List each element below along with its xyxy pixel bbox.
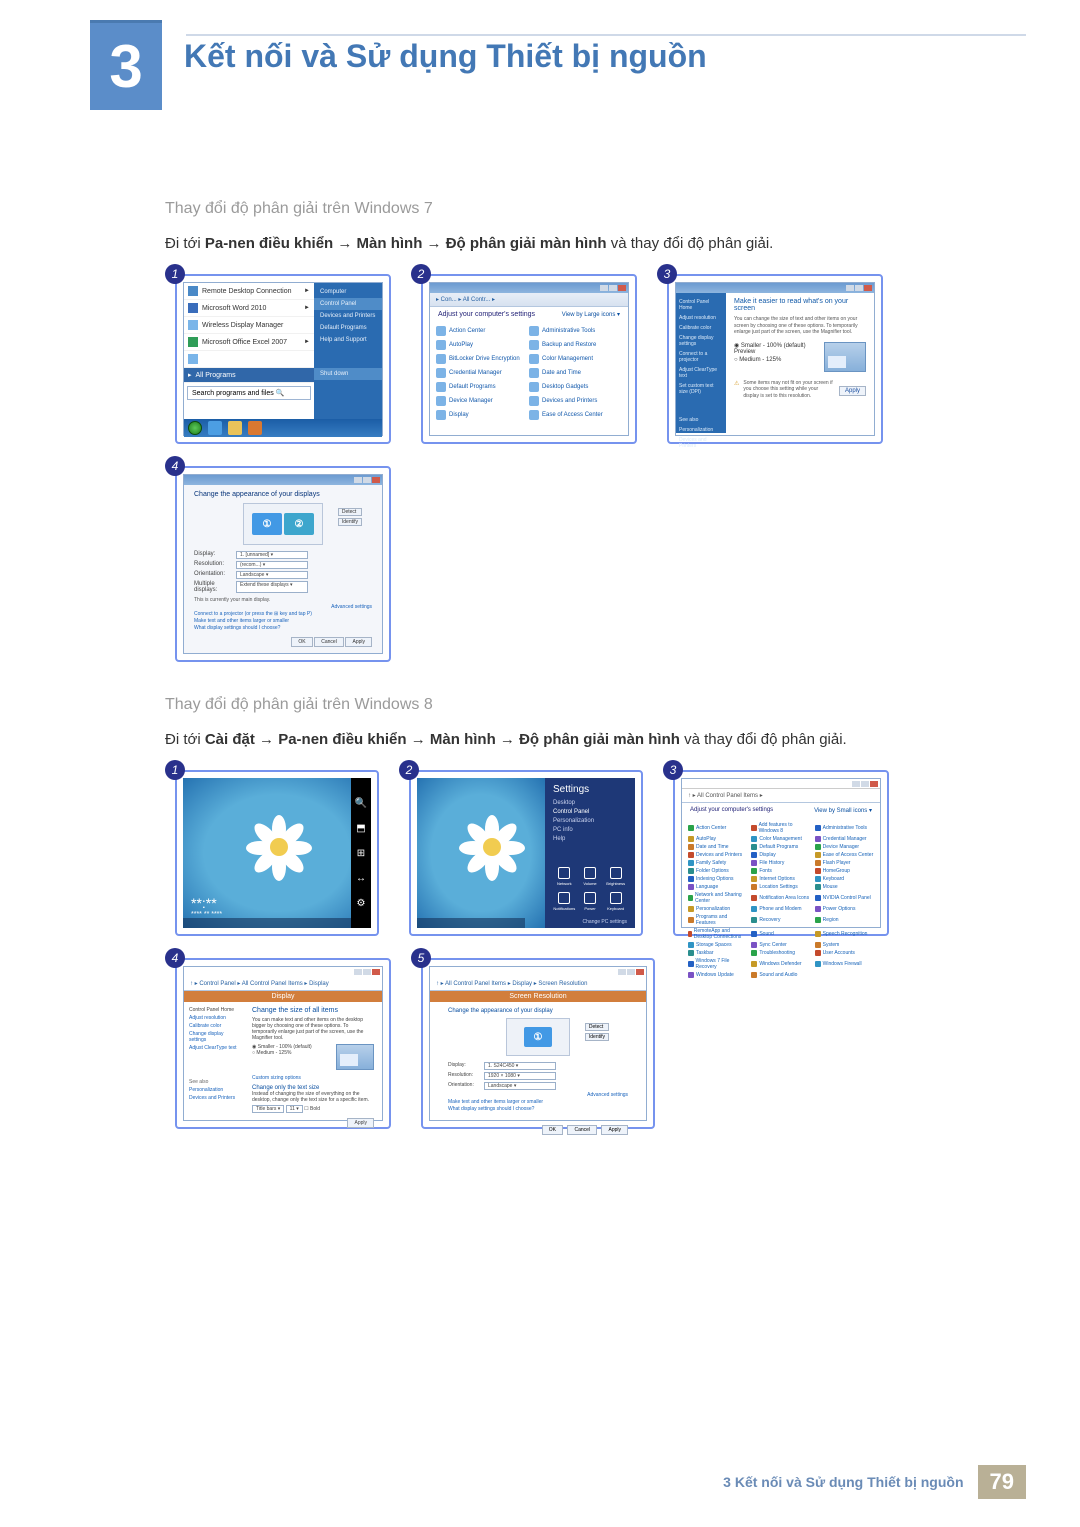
win8-step-2: 2 Settings Desktop Control Panel — [409, 770, 643, 936]
cp-item[interactable]: Action Center — [436, 324, 529, 338]
settings-pane: Settings Desktop Control Panel Personali… — [545, 778, 635, 928]
devices-icon[interactable]: ↔ — [355, 872, 367, 884]
monitor-preview-icon — [824, 342, 866, 372]
detect-button[interactable]: Detect — [338, 508, 362, 516]
wallpaper-daisy-icon — [249, 817, 309, 877]
settings-icon[interactable]: ⚙ — [355, 897, 367, 909]
monitor-preview: ① Detect Identify — [506, 1018, 570, 1056]
advanced-link[interactable]: Advanced settings — [194, 604, 372, 610]
desktop: **:** **** ** **** 🔍 ⬒ ⊞ ↔ ⚙ — [183, 778, 371, 928]
search-icon[interactable]: 🔍 — [355, 797, 367, 809]
control-panel-items: Action CenterAdd features to Windows 8Ad… — [682, 818, 880, 982]
apply-button[interactable]: Apply — [347, 1118, 374, 1128]
cp-item[interactable]: Date and Time — [529, 366, 622, 380]
advanced-link[interactable]: Advanced settings — [448, 1092, 628, 1098]
monitor-preview-icon — [336, 1044, 374, 1070]
win8-step-5: 5 ↑ ▸ All Control Panel Items ▸ Display … — [421, 958, 655, 1129]
win8-step-3: 3 ↑ ▸ All Control Panel Items ▸ Adjust y… — [673, 770, 889, 936]
display-sidebar: Control Panel HomeAdjust resolutionCalib… — [676, 293, 726, 433]
ok-button[interactable]: OK — [291, 637, 312, 647]
cancel-button[interactable]: Cancel — [314, 637, 344, 647]
footer-chapter: 3 Kết nối và Sử dụng Thiết bị nguồn — [723, 1474, 963, 1490]
resolution-title: Change the appearance of your displays — [194, 491, 372, 498]
address-bar[interactable]: ↑ ▸ All Control Panel Items ▸ — [682, 789, 880, 803]
win8-step-1: 1 **:** ** — [175, 770, 379, 936]
start-search[interactable]: Search programs and files 🔍 — [187, 386, 311, 400]
charms-bar: 🔍 ⬒ ⊞ ↔ ⚙ — [351, 778, 371, 928]
explorer-icon[interactable] — [228, 421, 242, 435]
step-badge: 1 — [165, 264, 185, 284]
cp-item[interactable]: Display — [436, 408, 529, 422]
address-bar[interactable]: ▸ Con... ▸ All Contr... ▸ — [430, 293, 628, 307]
start-orb-icon[interactable] — [188, 421, 202, 435]
chapter-header: 3 Kết nối và Sử dụng Thiết bị nguồn — [0, 0, 1080, 110]
control-panel-items: Action CenterAdministrative ToolsAutoPla… — [430, 322, 628, 424]
win8-subheading: Thay đổi độ phân giải trên Windows 8 — [165, 696, 990, 714]
taskbar — [184, 419, 382, 437]
identify-button[interactable]: Identify — [585, 1033, 609, 1041]
view-by[interactable]: View by Large icons ▾ — [562, 311, 620, 318]
apply-button[interactable]: Apply — [601, 1125, 628, 1135]
cp-item[interactable]: Color Management — [529, 352, 622, 366]
win7-step-4: 4 Change the appearance of your displays… — [175, 466, 391, 662]
ie-icon[interactable] — [208, 421, 222, 435]
cp-item[interactable]: Backup and Restore — [529, 338, 622, 352]
cp-item[interactable]: Administrative Tools — [529, 324, 622, 338]
cp-item[interactable]: Device Manager — [436, 394, 529, 408]
start-icon[interactable]: ⊞ — [355, 847, 367, 859]
win7-subheading: Thay đổi độ phân giải trên Windows 7 — [165, 200, 990, 218]
win7-step-1: 1 Remote Desktop Connection Microsoft Wo… — [175, 274, 391, 444]
media-icon[interactable] — [248, 421, 262, 435]
chapter-number: 3 — [90, 20, 162, 110]
apply-button[interactable]: Apply — [839, 386, 866, 396]
cp-header: Adjust your computer's settings — [438, 311, 535, 318]
display-title: Make it easier to read what's on your sc… — [734, 298, 866, 312]
cp-item[interactable]: AutoPlay — [436, 338, 529, 352]
start-menu-right: Computer Control Panel Devices and Print… — [314, 283, 382, 419]
win8-instruction: Đi tới Cài đặt → Pa-nen điều khiển → Màn… — [165, 728, 990, 752]
cancel-button[interactable]: Cancel — [567, 1125, 597, 1135]
chapter-title: Kết nối và Sử dụng Thiết bị nguồn — [184, 20, 707, 75]
cp-item[interactable]: Devices and Printers — [529, 394, 622, 408]
cp-item[interactable]: Ease of Access Center — [529, 408, 622, 422]
ok-button[interactable]: OK — [542, 1125, 563, 1135]
cp-item[interactable]: Default Programs — [436, 380, 529, 394]
cp-item[interactable]: Credential Manager — [436, 366, 529, 380]
win8-step-4: 4 ↑ ▸ Control Panel ▸ All Control Panel … — [175, 958, 391, 1129]
win7-instruction: Đi tới Pa-nen điều khiển → Màn hình → Độ… — [165, 232, 990, 256]
start-menu: Remote Desktop Connection Microsoft Word… — [184, 283, 314, 419]
clock-overlay: **:** **** ** **** — [191, 895, 222, 918]
identify-button[interactable]: Identify — [338, 518, 362, 526]
control-panel-link[interactable]: Control Panel — [553, 809, 627, 815]
page-footer: 3 Kết nối và Sử dụng Thiết bị nguồn 79 — [723, 1465, 1026, 1499]
dual-monitor-preview: ①② Detect Identify — [243, 503, 323, 545]
win7-step-3: 3 Control Panel HomeAdjust resolutionCal… — [667, 274, 883, 444]
win7-step-2: 2 ▸ Con... ▸ All Contr... ▸ Adjust your … — [421, 274, 637, 444]
share-icon[interactable]: ⬒ — [355, 822, 367, 834]
cp-item[interactable]: BitLocker Drive Encryption — [436, 352, 529, 366]
apply-button[interactable]: Apply — [345, 637, 372, 647]
display-sidebar: Control Panel Home Adjust resolution Cal… — [184, 1002, 244, 1137]
page-number: 79 — [978, 1465, 1026, 1499]
detect-button[interactable]: Detect — [585, 1023, 609, 1031]
cp-item[interactable]: Desktop Gadgets — [529, 380, 622, 394]
